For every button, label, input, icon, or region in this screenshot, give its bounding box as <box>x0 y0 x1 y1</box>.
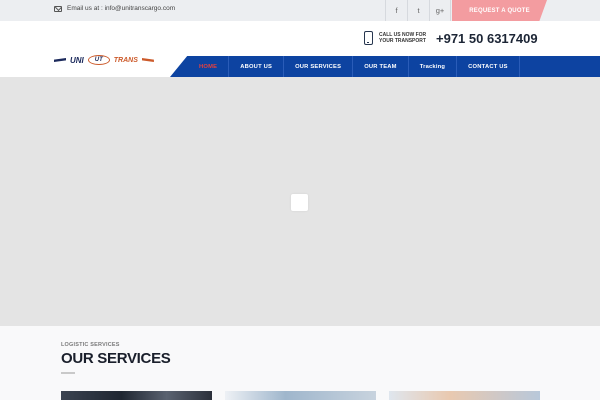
google-plus-icon: g+ <box>435 6 445 15</box>
google-plus-link[interactable]: g+ <box>429 0 451 21</box>
phone-number[interactable]: +971 50 6317409 <box>436 31 538 46</box>
twitter-icon: t <box>417 6 420 15</box>
nav-item-about-us[interactable]: ABOUT US <box>229 56 285 77</box>
hero-slider <box>0 77 600 326</box>
call-text: CALL US NOW FOR YOUR TRANSPORT <box>379 32 427 44</box>
facebook-icon: f <box>395 6 398 15</box>
top-bar: Email us at : info@unitranscargo.com f t… <box>0 0 600 21</box>
email-text: Email us at : info@unitranscargo.com <box>67 5 176 12</box>
logo-text-trans: TRANS <box>113 56 138 64</box>
mobile-phone-icon <box>364 31 373 45</box>
nav-item-our-services[interactable]: OUR SERVICES <box>284 56 354 77</box>
services-kicker: LOGISTIC SERVICES <box>61 342 120 348</box>
email-contact[interactable]: Email us at : info@unitranscargo.com <box>54 5 175 12</box>
service-card-image[interactable] <box>389 391 540 400</box>
request-quote-button[interactable]: REQUEST A QUOTE <box>452 0 547 21</box>
logo-wing-left <box>54 58 66 62</box>
nav-item-contact-us[interactable]: CONTACT US <box>457 56 520 77</box>
main-nav: HOME ABOUT US OUR SERVICES OUR TEAM Trac… <box>170 56 600 77</box>
nav-item-tracking[interactable]: Tracking <box>409 56 458 77</box>
services-title: OUR SERVICES <box>61 350 171 367</box>
facebook-link[interactable]: f <box>385 0 407 21</box>
twitter-link[interactable]: t <box>407 0 429 21</box>
service-card-image[interactable] <box>225 391 376 400</box>
loading-spinner <box>291 194 308 211</box>
services-section: LOGISTIC SERVICES OUR SERVICES <box>0 326 600 400</box>
logo-text-uni: UNI <box>70 55 84 65</box>
mail-icon <box>54 5 62 12</box>
call-info: CALL US NOW FOR YOUR TRANSPORT <box>364 31 429 45</box>
title-divider <box>61 372 75 374</box>
logo-wing-right <box>141 58 154 62</box>
service-card-image[interactable] <box>61 391 212 400</box>
logo-mark: UT <box>87 55 110 65</box>
nav-item-our-team[interactable]: OUR TEAM <box>353 56 409 77</box>
nav-item-home[interactable]: HOME <box>188 56 230 77</box>
site-logo[interactable]: UNI UT TRANS <box>54 55 154 65</box>
